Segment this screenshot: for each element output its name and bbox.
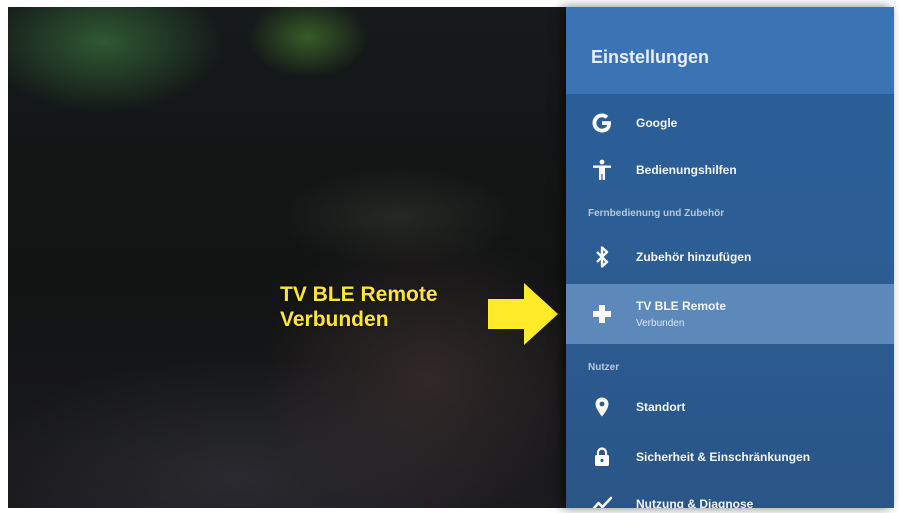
bluetooth-icon (590, 245, 614, 269)
accessibility-icon (590, 158, 614, 182)
lock-icon (590, 445, 614, 469)
menu-item-label: Zubehör hinzufügen (636, 250, 752, 264)
menu-item-label: Google (636, 116, 678, 130)
menu-item-google[interactable]: Google (566, 101, 894, 145)
menu-item-label: Bedienungshilfen (636, 163, 737, 177)
menu-item-label: Standort (636, 400, 686, 414)
section-header-user: Nutzer (588, 362, 620, 373)
annotation-line-2: Verbunden (280, 308, 389, 331)
menu-item-label: Nutzung & Diagnose (636, 497, 754, 508)
activity-chart-icon (590, 492, 614, 508)
annotation-line-1: TV BLE Remote (280, 283, 438, 306)
page-title: Einstellungen (591, 47, 710, 67)
menu-item-accessibility[interactable]: Bedienungshilfen (566, 148, 894, 192)
menu-item-tv-ble-remote[interactable]: TV BLE Remote Verbunden (566, 284, 894, 344)
menu-item-usage-diagnostics[interactable]: Nutzung & Diagnose (566, 482, 894, 508)
menu-item-label: TV BLE Remote (636, 299, 727, 313)
menu-item-text: TV BLE Remote Verbunden (636, 299, 726, 329)
annotation-text: TV BLE Remote Verbunden (280, 282, 438, 332)
menu-item-sublabel: Verbunden (636, 318, 685, 329)
menu-item-add-accessory[interactable]: Zubehör hinzufügen (566, 235, 894, 279)
menu-item-security[interactable]: Sicherheit & Einschränkungen (566, 435, 894, 479)
arrow-right-icon (488, 283, 558, 345)
gamepad-icon (590, 302, 614, 326)
google-icon (590, 111, 614, 135)
section-header-remote: Fernbedienung und Zubehör (588, 208, 725, 219)
menu-item-label: Sicherheit & Einschränkungen (636, 450, 811, 464)
location-pin-icon (590, 395, 614, 419)
menu-item-location[interactable]: Standort (566, 385, 894, 429)
settings-panel: Einstellungen Google Bedienungshilfen Fe… (566, 7, 894, 508)
panel-header: Einstellungen (566, 7, 894, 94)
